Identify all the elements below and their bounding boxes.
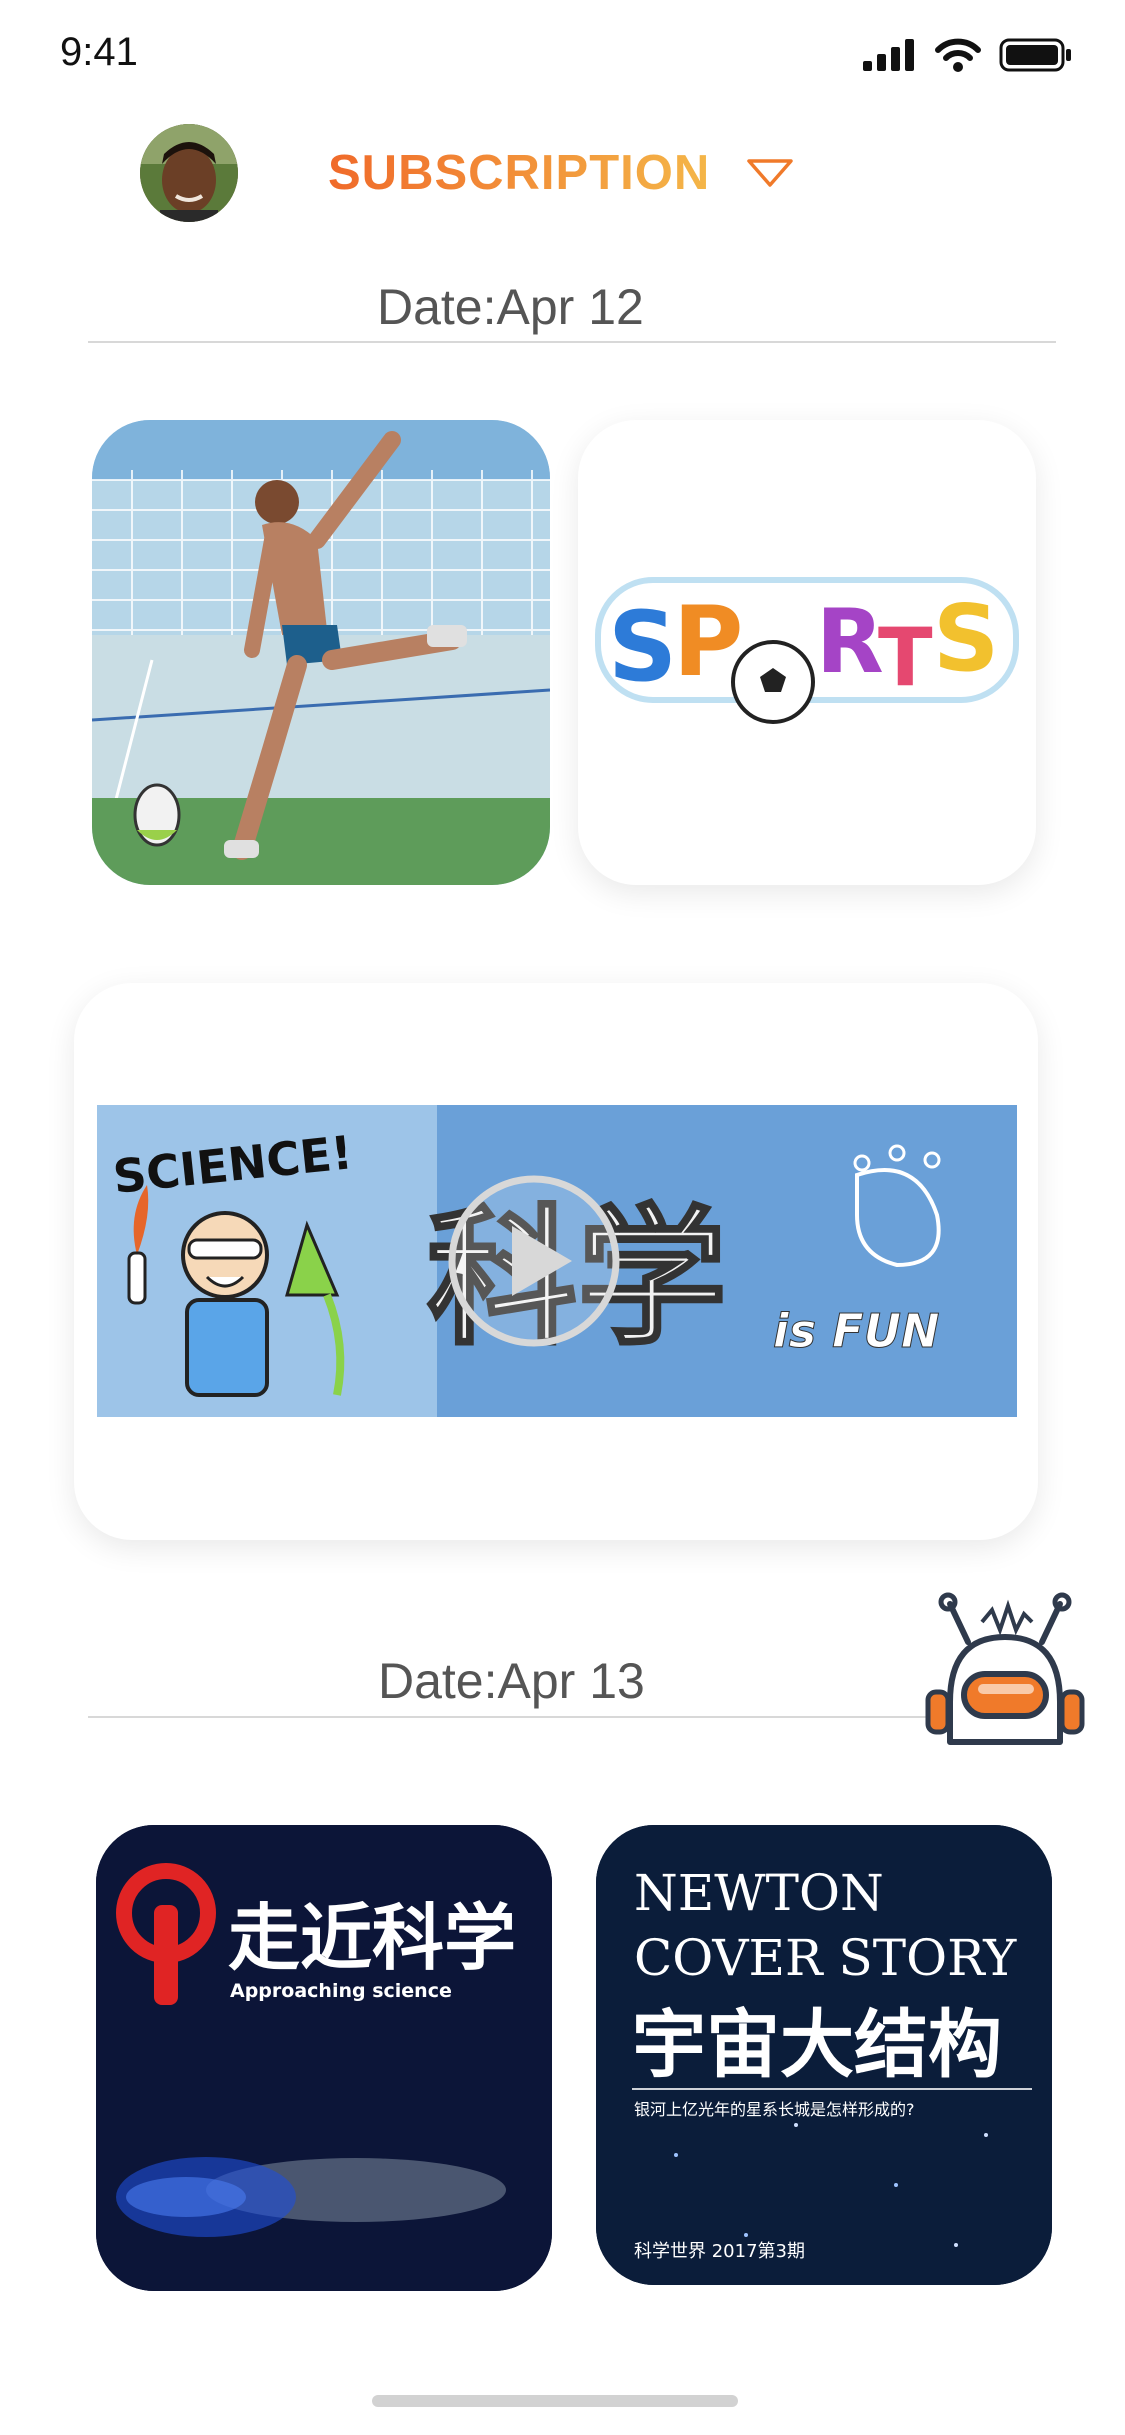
avatar[interactable] [140, 124, 238, 222]
section-date-label: Date:Apr 13 [378, 1653, 645, 1709]
approaching-science-card[interactable]: 走近科学 Approaching science [96, 1825, 552, 2291]
section-divider [88, 1716, 930, 1718]
svg-text:T: T [878, 611, 933, 704]
sports-logo: S P R T S [595, 577, 1019, 724]
newton-line2-text: COVER STORY [634, 1929, 1017, 1987]
newton-subtitle-text: 银河上亿光年的星系长城是怎样形成的? [634, 2100, 915, 2119]
science-video-card[interactable]: SCIENCE! 科学 is FUN [74, 983, 1038, 1540]
newton-cover-art: NEWTON COVER STORY 宇宙大结构 银河上亿光年的星系长城是怎样形… [596, 1825, 1052, 2285]
newton-cover-card[interactable]: NEWTON COVER STORY 宇宙大结构 银河上亿光年的星系长城是怎样形… [596, 1825, 1052, 2285]
cellular-signal-icon [863, 39, 914, 71]
status-time: 9:41 [60, 30, 138, 74]
science-is-fun-text: is FUN [773, 1304, 939, 1358]
athlete-kick-card[interactable] [92, 420, 550, 885]
status-icons [863, 38, 1073, 72]
athlete-kicking-photo [92, 420, 550, 885]
section-divider [88, 341, 1056, 343]
newton-cn-title-text: 宇宙大结构 [632, 2002, 1002, 2088]
robot-assistant-icon[interactable] [920, 1592, 1090, 1747]
svg-text:S: S [608, 591, 677, 703]
battery-icon [999, 38, 1071, 72]
section-date-label: Date:Apr 12 [377, 279, 644, 335]
approaching-science-cn-text: 走近科学 [228, 1896, 516, 1980]
approaching-science-en-text: Approaching science [230, 1980, 452, 2002]
chevron-down-icon[interactable] [746, 158, 794, 188]
wifi-icon [935, 38, 981, 72]
home-indicator[interactable] [372, 2395, 738, 2407]
svg-text:R: R [816, 590, 884, 693]
approaching-science-art: 走近科学 Approaching science [96, 1825, 552, 2291]
newton-line1-text: NEWTON [634, 1864, 884, 1922]
svg-text:S: S [933, 585, 999, 692]
newton-footer-text: 科学世界 2017第3期 [634, 2241, 805, 2262]
subscription-title[interactable]: SUBSCRIPTION [328, 145, 710, 201]
sports-card[interactable]: S P R T S [578, 420, 1036, 885]
play-icon[interactable] [444, 1171, 624, 1351]
